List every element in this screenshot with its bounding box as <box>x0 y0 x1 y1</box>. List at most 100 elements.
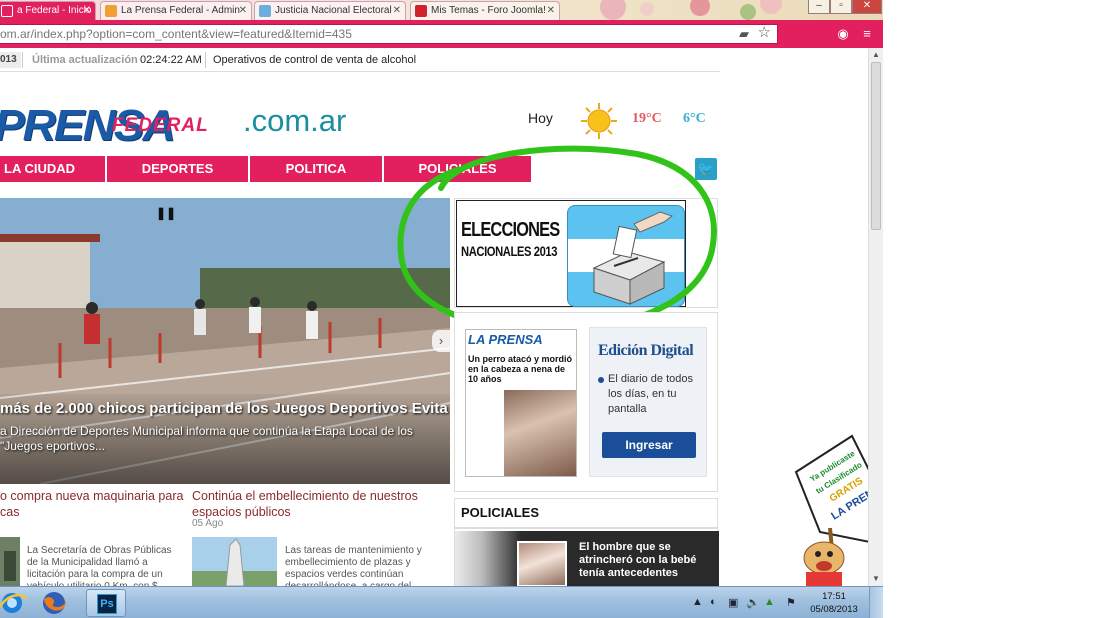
flag-icon <box>259 5 271 17</box>
divider <box>455 527 717 529</box>
vertical-scrollbar[interactable]: ▲ ▼ <box>868 48 883 586</box>
clock-time: 17:51 <box>822 591 846 602</box>
page-action-icon[interactable]: ▰ <box>739 25 749 43</box>
photoshop-icon: Ps <box>97 594 117 614</box>
edicion-digital-widget: LA PRENSA Un perro atacó y mordió en la … <box>454 312 718 492</box>
divider <box>205 52 206 68</box>
sun-icon <box>581 103 617 139</box>
paper-headline: Un perro atacó y mordió en la cabeza a n… <box>468 354 573 384</box>
tab-label: a Federal - Inicio <box>17 5 92 16</box>
article-summary: Las tareas de mantenimiento y embellecim… <box>285 545 422 586</box>
main-nav: LA CIUDAD DEPORTES POLITICA POLICIALES 🐦 <box>0 156 720 182</box>
minimize-button[interactable]: – <box>808 0 830 14</box>
article-title[interactable]: o compra nueva maquinaria para cas <box>0 488 188 520</box>
tab-label: Justicia Nacional Electoral <box>275 5 392 16</box>
nav-item-policiales[interactable]: POLICIALES <box>384 156 532 182</box>
clock-date: 05/08/2013 <box>810 604 858 615</box>
ie-icon[interactable] <box>0 589 30 617</box>
maximize-button[interactable]: ▫ <box>830 0 852 14</box>
paper-masthead: LA PRENSA <box>468 332 543 347</box>
tab-inicio[interactable]: a Federal - Inicio ✕ <box>0 1 96 20</box>
tab-admin[interactable]: La Prensa Federal - Admin ✕ <box>100 1 252 20</box>
show-hidden-icons-icon[interactable]: ▲ <box>692 596 703 608</box>
bookmark-star-icon[interactable]: ☆ <box>758 25 771 42</box>
browser-tab-strip: a Federal - Inicio ✕ La Prensa Federal -… <box>0 0 883 20</box>
banner-line-1: ELECCIONES <box>461 219 560 241</box>
device-icon[interactable]: ▣ <box>728 596 738 609</box>
featured-slider[interactable]: ❚❚ › más de 2.000 chicos participan de l… <box>0 198 450 484</box>
next-slide-button[interactable]: › <box>432 330 450 352</box>
forum-icon <box>415 5 427 17</box>
firefox-icon[interactable] <box>36 589 72 617</box>
policiales-headline[interactable]: El hombre que se atrincheró con la bebé … <box>579 541 715 580</box>
section-heading: POLICIALES <box>461 505 540 520</box>
tab-foro[interactable]: Mis Temas - Foro Joomla! ✕ <box>410 1 560 20</box>
scroll-up-arrow-icon[interactable]: ▲ <box>872 50 880 59</box>
policiales-section: POLICIALES El hombre que se atrincheró c… <box>454 498 719 586</box>
article-thumbnail[interactable] <box>0 537 20 586</box>
divider <box>22 52 23 68</box>
ticker-headline[interactable]: Operativos de control de venta de alcoho… <box>213 48 416 72</box>
banner-frame: ELECCIONES NACIONALES 2013 <box>456 200 686 307</box>
drive-icon[interactable]: ▲ <box>764 596 775 608</box>
nav-item-la-ciudad[interactable]: LA CIUDAD <box>0 156 106 182</box>
close-tab-icon[interactable]: ✕ <box>83 2 91 20</box>
tab-justicia[interactable]: Justicia Nacional Electoral ✕ <box>254 1 406 20</box>
slider-title[interactable]: más de 2.000 chicos participan de los Ju… <box>0 400 448 417</box>
network-icon[interactable]: ◐ <box>710 596 717 608</box>
blank-area <box>883 0 1100 618</box>
show-desktop-button[interactable] <box>869 587 883 618</box>
ticker-date: 013 <box>0 52 21 68</box>
close-tab-icon[interactable]: ✕ <box>393 2 401 20</box>
article-thumbnail[interactable] <box>192 537 277 586</box>
nav-item-politica[interactable]: POLITICA <box>250 156 383 182</box>
nav-item-deportes[interactable]: DEPORTES <box>107 156 249 182</box>
policiales-thumbnail[interactable] <box>517 541 567 586</box>
article-title[interactable]: Continúa el embellecimiento de nuestros … <box>192 488 442 520</box>
flag-icon[interactable]: ⚑ <box>786 596 796 609</box>
last-update-time: 02:24:22 AM <box>140 54 202 66</box>
photoshop-taskbar-button[interactable]: Ps <box>86 589 126 617</box>
news-ticker: 013 Última actualización 02:24:22 AM Ope… <box>0 48 720 72</box>
close-window-button[interactable]: ✕ <box>852 0 882 14</box>
banner-line-2: NACIONALES 2013 <box>461 243 558 259</box>
digital-panel: Edición Digital El diario de todos los d… <box>589 327 707 477</box>
article-summary: La Secretaría de Obras Públicas de la Mu… <box>27 545 172 586</box>
url-text: om.ar/index.php?option=com_content&view=… <box>0 27 352 41</box>
weather-day: Hoy <box>528 110 553 126</box>
system-tray: ▲ ◐ ▣ 🔈 ▲ ⚑ 17:51 05/08/2013 <box>690 587 860 618</box>
url-input[interactable]: om.ar/index.php?option=com_content&view=… <box>0 24 778 44</box>
pause-icon[interactable]: ❚❚ <box>156 206 176 220</box>
menu-icon[interactable]: ≡ <box>858 26 876 42</box>
tab-label: La Prensa Federal - Admin <box>121 5 240 16</box>
close-tab-icon[interactable]: ✕ <box>547 2 555 20</box>
digital-description: El diario de todos los días, en tu panta… <box>608 373 693 415</box>
ballot-box-icon <box>567 205 685 307</box>
logo-domain: .com.ar <box>243 103 347 138</box>
twitter-icon[interactable]: 🐦 <box>695 158 717 180</box>
address-bar: om.ar/index.php?option=com_content&view=… <box>0 20 883 48</box>
scroll-down-arrow-icon[interactable]: ▼ <box>872 574 880 583</box>
site-favicon-icon <box>1 5 13 17</box>
paper-photo <box>504 390 576 476</box>
slider-text: a Dirección de Deportes Municipal inform… <box>0 424 413 453</box>
digital-title: Edición Digital <box>598 342 694 359</box>
newspaper-cover-image[interactable]: LA PRENSA Un perro atacó y mordió en la … <box>465 329 577 477</box>
extension-icon[interactable]: ◉ <box>834 26 852 42</box>
volume-icon[interactable]: 🔈 <box>746 596 760 609</box>
ingresar-button[interactable]: Ingresar <box>602 432 696 458</box>
last-update-label: Última actualización <box>32 54 138 66</box>
tab-label: Mis Temas - Foro Joomla! <box>431 5 546 16</box>
clasificados-mascot-ad[interactable]: Ya publicaste tu Clasificado GRATIS LA P… <box>790 432 868 586</box>
logo-federal: FEDERAL <box>112 115 209 136</box>
temp-min: 6°C <box>683 111 706 126</box>
screen: a Federal - Inicio ✕ La Prensa Federal -… <box>0 0 883 618</box>
elecciones-banner[interactable]: ELECCIONES NACIONALES 2013 <box>454 198 718 308</box>
site-logo[interactable]: PRENSA FEDERAL .com.ar <box>0 98 346 150</box>
bullet-icon <box>598 377 604 383</box>
windows-taskbar: Ps ▲ ◐ ▣ 🔈 ▲ ⚑ 17:51 05/08/2013 <box>0 586 883 618</box>
page-viewport: 013 Última actualización 02:24:22 AM Ope… <box>0 48 868 586</box>
scrollbar-thumb[interactable] <box>871 62 881 230</box>
close-tab-icon[interactable]: ✕ <box>239 2 247 20</box>
taskbar-clock[interactable]: 17:51 05/08/2013 <box>806 590 862 616</box>
